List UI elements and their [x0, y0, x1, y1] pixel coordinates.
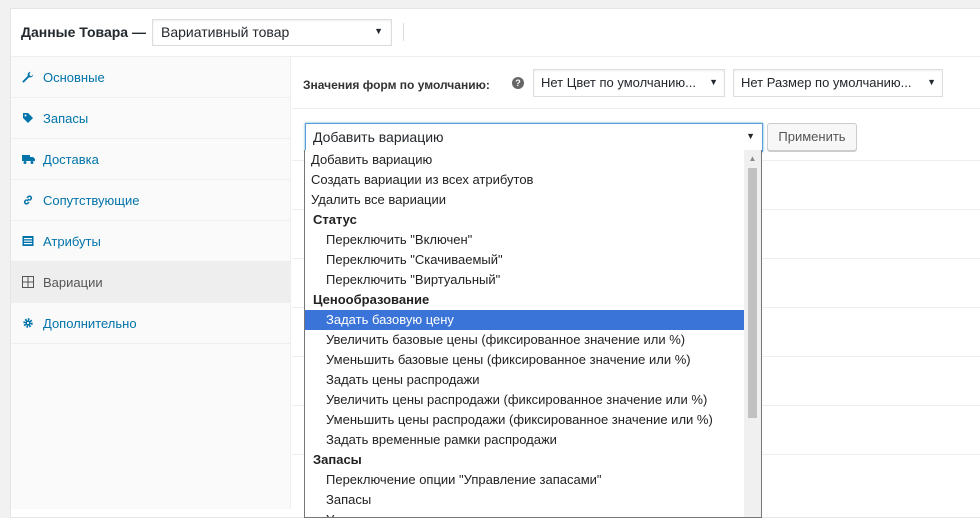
dropdown-option[interactable]: Задать цены распродажи	[305, 370, 745, 390]
tab-attributes[interactable]: Атрибуты	[11, 221, 290, 262]
tab-variations[interactable]: Вариации	[11, 262, 290, 303]
default-form-values-label: Значения форм по умолчанию:	[303, 78, 490, 92]
dropdown-option[interactable]: Запасы	[305, 490, 745, 510]
dropdown-option[interactable]: Задать базовую цену	[305, 310, 745, 330]
tag-icon	[21, 111, 35, 125]
dropdown-group-label: Статус	[313, 212, 357, 227]
dropdown-options: Добавить вариацию Создать вариации из все…	[305, 150, 745, 517]
chevron-down-icon: ▼	[709, 77, 718, 87]
product-data-tabs: Основные Запасы Доставка Сопутствующие А…	[11, 57, 291, 509]
truck-icon	[21, 152, 35, 166]
tab-linked-products[interactable]: Сопутствующие	[11, 180, 290, 221]
dropdown-option[interactable]: Добавить вариацию	[305, 150, 745, 170]
apply-button[interactable]: Применить	[767, 123, 857, 151]
tab-label: Сопутствующие	[43, 192, 140, 208]
chevron-down-icon: ▼	[374, 26, 383, 36]
default-color-value: Нет Цвет по умолчанию...	[541, 75, 696, 90]
link-icon	[21, 193, 35, 207]
default-form-values-row: Значения форм по умолчанию: ? Нет Цвет п…	[292, 57, 980, 109]
dropdown-option[interactable]: Удалить все вариации	[305, 190, 745, 210]
tab-general[interactable]: Основные	[11, 57, 290, 98]
tab-label: Запасы	[43, 110, 89, 126]
dropdown-option[interactable]: Задать временные рамки распродажи	[305, 430, 745, 450]
scrollbar-thumb[interactable]	[748, 168, 757, 418]
default-size-value: Нет Размер по умолчанию...	[741, 75, 912, 90]
tab-shipping[interactable]: Доставка	[11, 139, 290, 180]
bulk-action-value: Добавить вариацию	[313, 129, 444, 145]
tab-inventory[interactable]: Запасы	[11, 98, 290, 139]
dropdown-group-label: Запасы	[313, 452, 362, 467]
dropdown-option[interactable]: Уменьшить цены распродажи (фиксированное…	[305, 410, 745, 430]
bulk-action-dropdown-list: Добавить вариацию Создать вариации из все…	[304, 150, 762, 518]
dropdown-option[interactable]: Увеличить цены распродажи (фиксированное…	[305, 390, 745, 410]
product-type-select[interactable]: Вариативный товар ▼	[152, 19, 392, 46]
dropdown-option[interactable]: Переключить "Скачиваемый"	[305, 250, 745, 270]
tab-advanced[interactable]: Дополнительно	[11, 303, 290, 344]
dropdown-group-label: Ценообразование	[313, 292, 430, 307]
dropdown-scrollbar[interactable]: ▲	[744, 150, 761, 517]
dropdown-option[interactable]: Переключить "Включен"	[305, 230, 745, 250]
tab-label: Дополнительно	[43, 315, 137, 331]
header-separator	[403, 23, 404, 41]
dropdown-option[interactable]: Увеличить базовые цены (фиксированное зн…	[305, 330, 745, 350]
tab-label: Вариации	[43, 274, 103, 290]
dropdown-option[interactable]: Уменьшить базовые цены (фиксированное зн…	[305, 350, 745, 370]
chevron-down-icon: ▼	[927, 77, 936, 87]
scroll-up-arrow-icon[interactable]: ▲	[744, 150, 761, 167]
dropdown-option[interactable]: Переключение опции "Управление запасами"	[305, 470, 745, 490]
product-data-title: Данные Товара —	[21, 24, 146, 40]
product-type-value: Вариативный товар	[161, 24, 290, 40]
dropdown-option[interactable]: Создать вариации из всех атрибутов	[305, 170, 745, 190]
product-data-header: Данные Товара — Вариативный товар ▼	[11, 9, 980, 57]
tab-label: Атрибуты	[43, 233, 101, 249]
default-size-select[interactable]: Нет Размер по умолчанию... ▼	[733, 69, 943, 97]
dropdown-option[interactable]: Переключить "Виртуальный"	[305, 270, 745, 290]
chevron-down-icon: ▼	[746, 131, 755, 141]
tab-label: Доставка	[43, 151, 99, 167]
help-icon[interactable]: ?	[512, 77, 524, 89]
tab-label: Основные	[43, 69, 105, 85]
gear-icon	[21, 316, 35, 330]
wrench-icon	[21, 70, 35, 84]
bulk-action-select[interactable]: Добавить вариацию ▼	[305, 123, 763, 152]
grid-icon	[21, 275, 35, 289]
dropdown-option[interactable]: У	[305, 510, 745, 517]
default-color-select[interactable]: Нет Цвет по умолчанию... ▼	[533, 69, 725, 97]
table-icon	[21, 234, 35, 248]
